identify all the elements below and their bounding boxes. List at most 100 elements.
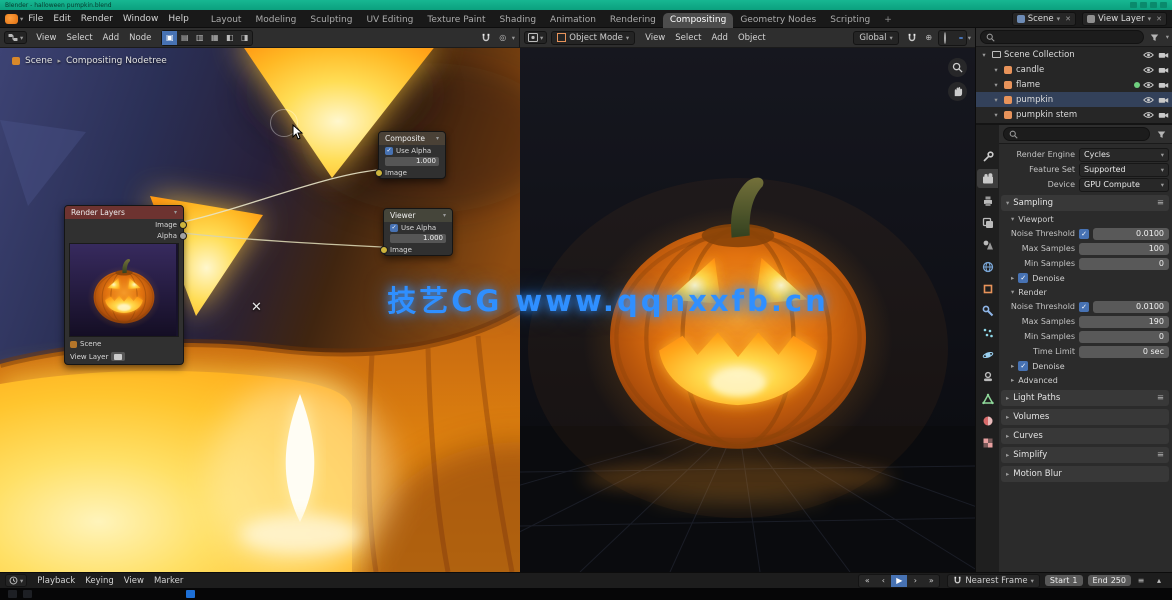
use-alpha-checkbox[interactable]: ✓ — [390, 224, 398, 232]
compositor-menu-node[interactable]: Node — [124, 32, 156, 44]
workspace-tab-scripting[interactable]: Scripting — [823, 13, 877, 28]
topbar-menu-render[interactable]: Render — [76, 13, 118, 25]
properties-tab-scene[interactable] — [977, 235, 998, 254]
properties-tab-physics[interactable] — [977, 345, 998, 364]
min-samples-field[interactable]: 0 — [1079, 258, 1169, 270]
properties-tab-view-layer[interactable] — [977, 213, 998, 232]
shading-solid-button[interactable] — [949, 37, 953, 39]
expand-caret-icon[interactable]: ▾ — [992, 96, 1000, 104]
orientation-dropdown[interactable]: Global▾ — [853, 31, 898, 45]
feature-set-dropdown[interactable]: Supported▾ — [1079, 163, 1169, 177]
alpha-value-field[interactable]: 1.000 — [385, 157, 439, 166]
topbar-menu-file[interactable]: File — [23, 13, 48, 25]
properties-tab-render[interactable] — [977, 169, 998, 188]
close-icon[interactable] — [1160, 2, 1167, 8]
section-sampling[interactable]: ▾Sampling≡ — [1001, 195, 1169, 211]
properties-tab-object-data[interactable] — [977, 389, 998, 408]
outliner-item-pumpkin[interactable]: ▾pumpkin — [976, 92, 1172, 107]
view-layer-selector[interactable]: View Layer ▾ ✕ — [1082, 12, 1167, 26]
outliner-search[interactable] — [980, 30, 1144, 44]
eye-icon[interactable] — [1143, 111, 1154, 119]
render-engine-dropdown[interactable]: Cycles▾ — [1079, 148, 1169, 162]
proportional-edit-icon[interactable]: ⊕ — [921, 31, 937, 45]
timeline-menu-view[interactable]: View — [119, 575, 149, 587]
timeline-menu-playback[interactable]: Playback — [32, 575, 80, 587]
outliner-search-input[interactable] — [998, 32, 1062, 43]
max-samples-field[interactable]: 100 — [1079, 243, 1169, 255]
snap-toggle[interactable]: ◧ — [222, 31, 237, 45]
image-output-socket[interactable] — [179, 221, 187, 229]
expand-caret-icon[interactable]: ▾ — [992, 66, 1000, 74]
outliner-item-pumpkin-stem[interactable]: ▾pumpkin stem — [976, 107, 1172, 122]
recorder-icon[interactable] — [1130, 2, 1137, 8]
subsection-denoise[interactable]: ▸✓Denoise — [1001, 271, 1169, 285]
taskbar-app-icon[interactable] — [8, 590, 17, 598]
section-curves[interactable]: ▸Curves — [1001, 428, 1169, 444]
viewport-menu-object[interactable]: Object — [733, 32, 771, 44]
next-keyframe-button[interactable]: › — [907, 575, 923, 587]
workspace-tab-modeling[interactable]: Modeling — [248, 13, 303, 28]
camera-visibility-icon[interactable] — [1158, 66, 1169, 74]
denoise-checkbox[interactable]: ✓ — [1018, 361, 1028, 371]
properties-search[interactable] — [1003, 127, 1150, 141]
section-simplify[interactable]: ▸Simplify≡ — [1001, 447, 1169, 463]
viewport-menu-select[interactable]: Select — [670, 32, 706, 44]
noise-threshold-checkbox[interactable]: ✓ — [1079, 302, 1089, 312]
topbar-menu-help[interactable]: Help — [163, 13, 194, 25]
eye-icon[interactable] — [1143, 96, 1154, 104]
section-motion-blur[interactable]: ▸Motion Blur — [1001, 466, 1169, 482]
frame-start-field[interactable]: Start 1 — [1045, 575, 1083, 586]
workspace-tab-compositing[interactable]: Compositing — [663, 13, 733, 28]
eye-icon[interactable] — [1143, 51, 1154, 59]
subsection-render[interactable]: ▾Render — [1001, 285, 1169, 299]
render-layers-node[interactable]: Render Layers ▾ Image Alpha Scene View L… — [64, 205, 184, 365]
collapse-icon[interactable]: ▾ — [174, 206, 177, 219]
properties-tab-material[interactable] — [977, 411, 998, 430]
render-layer-button[interactable] — [111, 352, 125, 361]
backdrop-toggle[interactable]: ▣ — [162, 31, 177, 45]
camera-visibility-icon[interactable] — [1158, 51, 1169, 59]
snap-magnet-icon[interactable] — [904, 31, 920, 45]
camera-visibility-icon[interactable] — [1158, 81, 1169, 89]
topbar-menu-edit[interactable]: Edit — [48, 13, 75, 25]
image-input-socket[interactable] — [380, 246, 388, 254]
timeline-menu-marker[interactable]: Marker — [149, 575, 188, 587]
properties-tab-object[interactable] — [977, 279, 998, 298]
eye-icon[interactable] — [1143, 81, 1154, 89]
properties-search-input[interactable] — [1021, 129, 1085, 140]
outliner-item-scene-collection[interactable]: ▾Scene Collection — [976, 47, 1172, 62]
alpha-output-socket[interactable] — [179, 232, 187, 240]
pin-toggle[interactable]: ▦ — [207, 31, 222, 45]
collapse-icon[interactable]: ▾ — [436, 132, 439, 145]
preset-menu-icon[interactable]: ≡ — [1157, 198, 1164, 208]
add-workspace-button[interactable]: + — [877, 13, 899, 28]
workspace-tab-rendering[interactable]: Rendering — [603, 13, 663, 28]
image-input-socket[interactable] — [375, 169, 383, 177]
properties-tab-tool[interactable] — [977, 147, 998, 166]
node-overlay-toggle[interactable]: ▤ — [177, 31, 192, 45]
jump-to-end-button[interactable]: » — [923, 575, 939, 587]
outliner-item-flame[interactable]: ▾flame — [976, 77, 1172, 92]
expand-up-icon[interactable]: ▴ — [1151, 574, 1167, 588]
filter-icon[interactable] — [1147, 30, 1163, 44]
noise-threshold-checkbox[interactable]: ✓ — [1079, 229, 1089, 239]
shading-rendered-button[interactable] — [959, 37, 963, 39]
workspace-tab-animation[interactable]: Animation — [543, 13, 603, 28]
snap-frame-dropdown[interactable]: Nearest Frame ▾ — [947, 574, 1040, 588]
editor-type-dropdown[interactable]: ▾ — [4, 31, 27, 44]
noise-threshold-field[interactable]: 0.0100 — [1093, 301, 1169, 313]
slot-toggle[interactable]: ▥ — [192, 31, 207, 45]
alpha-value-field[interactable]: 1.000 — [390, 234, 446, 243]
expand-caret-icon[interactable]: ▾ — [992, 111, 1000, 119]
eye-icon[interactable] — [1143, 66, 1154, 74]
frame-end-field[interactable]: End 250 — [1088, 575, 1131, 586]
min-samples-field[interactable]: 0 — [1079, 331, 1169, 343]
workspace-tab-texture-paint[interactable]: Texture Paint — [420, 13, 492, 28]
viewport-menu-view[interactable]: View — [640, 32, 670, 44]
expand-caret-icon[interactable]: ▾ — [992, 81, 1000, 89]
properties-tab-texture[interactable] — [977, 433, 998, 452]
filter-icon[interactable] — [1153, 127, 1169, 141]
section-light-paths[interactable]: ▸Light Paths≡ — [1001, 390, 1169, 406]
subsection-denoise[interactable]: ▸✓Denoise — [1001, 359, 1169, 373]
zoom-icon[interactable] — [948, 58, 967, 77]
